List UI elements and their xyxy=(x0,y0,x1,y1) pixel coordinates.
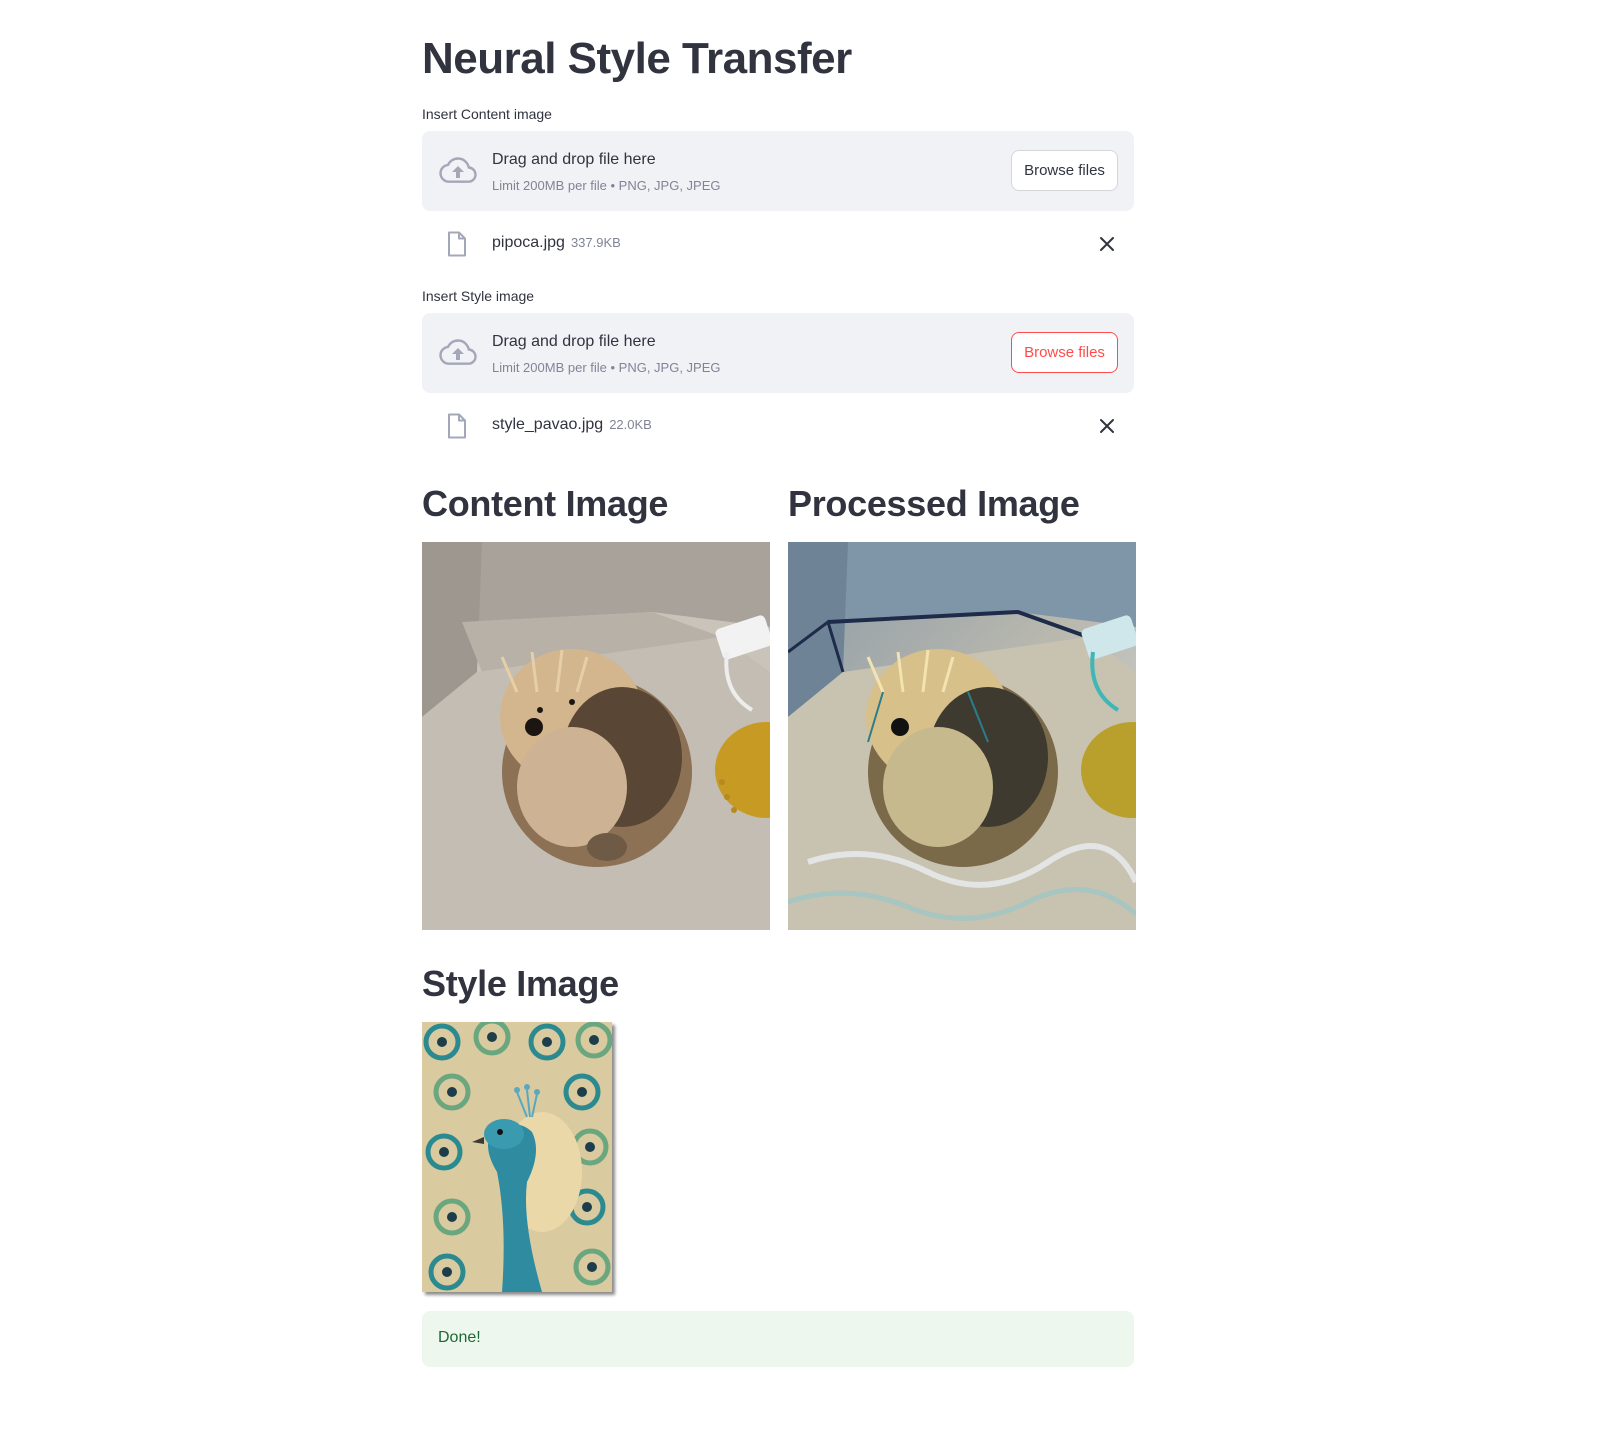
success-message: Done! xyxy=(438,1329,481,1346)
close-icon[interactable] xyxy=(1098,417,1116,435)
style-drop-limit: Limit 200MB per file • PNG, JPG, JPEG xyxy=(492,360,721,375)
style-image-heading: Style Image xyxy=(422,963,619,1004)
page-title: Neural Style Transfer xyxy=(422,34,852,83)
content-browse-button[interactable]: Browse files xyxy=(1011,150,1118,191)
content-dropzone[interactable]: Drag and drop file here Limit 200MB per … xyxy=(422,131,1134,211)
processed-image-heading: Processed Image xyxy=(788,483,1080,524)
content-drop-limit: Limit 200MB per file • PNG, JPG, JPEG xyxy=(492,178,721,193)
success-alert: Done! xyxy=(422,1311,1134,1367)
content-file-row: pipoca.jpg 337.9KB xyxy=(422,225,1134,265)
cloud-upload-icon xyxy=(439,157,477,183)
content-uploader-label: Insert Content image xyxy=(422,106,552,122)
style-file-row: style_pavao.jpg 22.0KB xyxy=(422,407,1134,447)
cloud-upload-icon xyxy=(439,339,477,365)
close-icon[interactable] xyxy=(1098,235,1116,253)
style-image xyxy=(422,1022,612,1292)
style-file-name: style_pavao.jpg 22.0KB xyxy=(492,416,652,433)
style-dropzone[interactable]: Drag and drop file here Limit 200MB per … xyxy=(422,313,1134,393)
processed-image xyxy=(788,542,1136,930)
content-drop-title: Drag and drop file here xyxy=(492,151,656,168)
content-image xyxy=(422,542,770,930)
file-icon xyxy=(448,413,466,439)
style-browse-button[interactable]: Browse files xyxy=(1011,332,1118,373)
style-drop-title: Drag and drop file here xyxy=(492,333,656,350)
file-icon xyxy=(448,231,466,257)
content-image-heading: Content Image xyxy=(422,483,669,524)
style-file-size: 22.0KB xyxy=(609,417,652,432)
content-file-name: pipoca.jpg 337.9KB xyxy=(492,234,621,251)
style-uploader-label: Insert Style image xyxy=(422,288,535,304)
content-file-size: 337.9KB xyxy=(570,235,621,250)
